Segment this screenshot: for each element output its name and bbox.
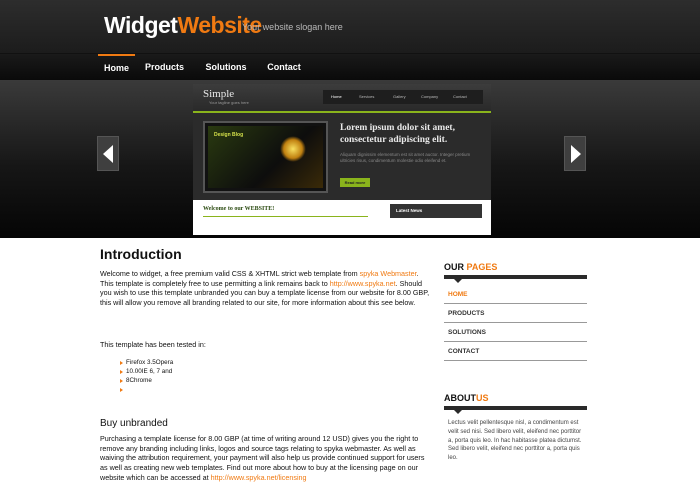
- preview-title: Simple: [203, 88, 235, 100]
- slide-preview-image[interactable]: Simple Your tagline goes here Home Servi…: [193, 84, 491, 235]
- spyka-url-link[interactable]: http://www.spyka.net: [330, 279, 396, 288]
- buy-unbranded-heading: Buy unbranded: [100, 418, 168, 429]
- preview-latest-news: Latest News: [390, 204, 482, 218]
- preview-feature-image: Design Blog: [203, 121, 328, 193]
- preview-feature-inner: Design Blog: [208, 126, 323, 188]
- nav-item-contact[interactable]: Contact: [266, 54, 302, 81]
- preview-menu-item: Services: [359, 94, 375, 99]
- spyka-webmaster-link[interactable]: spyka Webmaster: [360, 269, 417, 278]
- logo-text-widget: Widget: [104, 12, 178, 38]
- about-text: Lectus velit pellentesque nisl, a condim…: [448, 420, 582, 462]
- heading-part: ABOUT: [444, 393, 476, 403]
- arrow-right-icon: [571, 145, 581, 163]
- preview-feature-title: Design Blog: [214, 132, 244, 138]
- site-logo[interactable]: WidgetWebsite: [104, 12, 262, 39]
- nav-item-home[interactable]: Home: [98, 54, 135, 81]
- sidebar-pages: OUR PAGES HOME PRODUCTS SOLUTIONS CONTAC…: [444, 262, 587, 361]
- nav-item-solutions[interactable]: Solutions: [204, 54, 248, 81]
- buy-paragraph: Purchasing a template license for 8.00 G…: [100, 434, 430, 483]
- tested-in-text: This template has been tested in:: [100, 340, 206, 349]
- heading-rule: [444, 406, 587, 414]
- intro-heading: Introduction: [100, 246, 182, 262]
- preview-read-more: Read more: [340, 178, 370, 187]
- preview-menu-item: Home: [331, 94, 342, 99]
- slider-next-button[interactable]: [564, 136, 586, 171]
- browser-list: Firefox 3.5Opera 10.00IE 6, 7 and 8Chrom…: [120, 358, 173, 394]
- our-pages-heading: OUR PAGES: [444, 262, 587, 274]
- intro-text: Welcome to widget, a free premium valid …: [100, 269, 360, 278]
- preview-accent-bar: [193, 111, 491, 113]
- intro-paragraph: Welcome to widget, a free premium valid …: [100, 269, 430, 308]
- preview-menu-item: Gallery: [393, 94, 406, 99]
- preview-menu-item: Contact: [453, 94, 467, 99]
- main-nav: Home Products Solutions Contact: [0, 53, 700, 80]
- pages-list: HOME PRODUCTS SOLUTIONS CONTACT: [444, 285, 587, 361]
- flower-graphic: [280, 136, 306, 162]
- preview-welcome-area: Welcome to our WEBSITE! Latest News: [193, 200, 491, 235]
- sidebar-item-contact[interactable]: CONTACT: [444, 342, 587, 361]
- site-header: WidgetWebsite Your website slogan here: [0, 0, 700, 53]
- sidebar-about: ABOUTUS Lectus velit pellentesque nisl, …: [444, 393, 587, 463]
- preview-body: Aliquam dignissim elementum est sit amet…: [340, 152, 471, 163]
- preview-headline: Lorem ipsum dolor sit amet, consectetur …: [340, 123, 455, 145]
- sidebar-item-solutions[interactable]: SOLUTIONS: [444, 323, 587, 342]
- list-item: 10.00IE 6, 7 and: [120, 367, 173, 376]
- arrow-left-icon: [103, 145, 113, 163]
- preview-menu: Home Services Gallery Company Contact: [323, 90, 483, 104]
- preview-subtitle: Your tagline goes here: [209, 100, 249, 105]
- heading-rule: [444, 275, 587, 283]
- preview-menu-item: Company: [421, 94, 439, 99]
- site-slogan: Your website slogan here: [242, 22, 343, 32]
- list-item: [120, 385, 173, 394]
- heading-part: OUR: [444, 262, 467, 272]
- sidebar-item-products[interactable]: PRODUCTS: [444, 304, 587, 323]
- heading-part-accent: PAGES: [466, 262, 498, 272]
- sidebar-item-home[interactable]: HOME: [444, 285, 587, 304]
- preview-welcome-line: [203, 216, 368, 217]
- list-item: Firefox 3.5Opera: [120, 358, 173, 367]
- about-us-heading: ABOUTUS: [444, 393, 587, 405]
- nav-item-products[interactable]: Products: [143, 54, 186, 81]
- slider-prev-button[interactable]: [97, 136, 119, 171]
- preview-welcome-text: Welcome to our WEBSITE!: [203, 206, 275, 212]
- featured-slider: Simple Your tagline goes here Home Servi…: [0, 80, 700, 238]
- list-item: 8Chrome: [120, 376, 173, 385]
- heading-part-accent: US: [476, 393, 489, 403]
- licensing-link[interactable]: http://www.spyka.net/licensing: [211, 473, 307, 482]
- main-content: Introduction Welcome to widget, a free p…: [100, 246, 430, 482]
